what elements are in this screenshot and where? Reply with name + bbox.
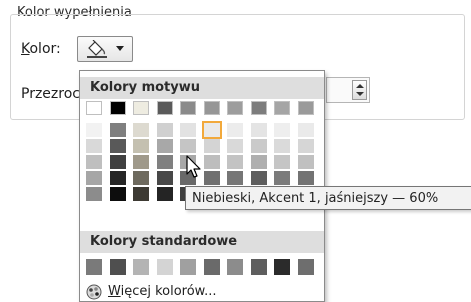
selected-theme-color-swatch[interactable] bbox=[202, 121, 222, 139]
theme-color-shade-swatch[interactable] bbox=[157, 139, 173, 153]
theme-color-shade-swatch[interactable] bbox=[133, 187, 149, 201]
mouse-cursor-icon bbox=[186, 155, 201, 178]
theme-color-shade-swatch[interactable] bbox=[157, 187, 173, 201]
theme-color-shade-swatch[interactable] bbox=[157, 171, 173, 185]
color-picker-button[interactable] bbox=[77, 36, 133, 62]
theme-color-shade-swatch[interactable] bbox=[86, 187, 102, 201]
theme-color-shade-swatch[interactable] bbox=[110, 139, 126, 153]
more-colors-label[interactable]: Więcej kolorów... bbox=[108, 283, 217, 301]
theme-color-column bbox=[110, 101, 126, 203]
theme-color-shade-swatch[interactable] bbox=[86, 155, 102, 169]
standard-color-swatch[interactable] bbox=[251, 259, 267, 275]
theme-color-column bbox=[86, 101, 102, 203]
theme-color-swatch[interactable] bbox=[274, 101, 290, 115]
theme-color-shade-swatch[interactable] bbox=[227, 123, 243, 137]
theme-color-shade-swatch[interactable] bbox=[157, 123, 173, 137]
theme-color-shade-swatch[interactable] bbox=[298, 123, 314, 137]
theme-color-swatch[interactable] bbox=[110, 101, 126, 115]
standard-color-swatch[interactable] bbox=[227, 259, 243, 275]
theme-color-shade-swatch[interactable] bbox=[251, 155, 267, 169]
theme-color-shade-swatch[interactable] bbox=[274, 123, 290, 137]
theme-color-shade-swatch[interactable] bbox=[110, 155, 126, 169]
theme-color-shade-swatch[interactable] bbox=[86, 123, 102, 137]
color-tooltip: Niebieski, Akcent 1, jaśniejszy — 60% bbox=[185, 186, 471, 210]
theme-color-swatch[interactable] bbox=[157, 101, 173, 115]
theme-colors-header: Kolory motywu bbox=[80, 77, 324, 99]
color-label: Kolor: bbox=[21, 40, 61, 58]
standard-color-swatch[interactable] bbox=[157, 259, 173, 275]
chevron-down-icon bbox=[116, 46, 124, 51]
theme-color-shade-swatch[interactable] bbox=[227, 171, 243, 185]
theme-color-column bbox=[157, 101, 173, 203]
theme-color-shade-swatch[interactable] bbox=[180, 123, 196, 137]
theme-color-shade-swatch[interactable] bbox=[133, 155, 149, 169]
more-colors-accelerator: W bbox=[108, 284, 121, 299]
color-label-text: olor: bbox=[29, 41, 61, 57]
standard-color-swatch[interactable] bbox=[204, 259, 220, 275]
more-colors-text: ięcej kolorów... bbox=[120, 284, 217, 299]
standard-color-swatch[interactable] bbox=[133, 259, 149, 275]
theme-color-shade-swatch[interactable] bbox=[251, 171, 267, 185]
theme-color-shade-swatch[interactable] bbox=[86, 171, 102, 185]
theme-color-shade-swatch[interactable] bbox=[180, 139, 196, 153]
standard-color-swatch[interactable] bbox=[180, 259, 196, 275]
theme-color-shade-swatch[interactable] bbox=[298, 171, 314, 185]
theme-color-shade-swatch[interactable] bbox=[157, 155, 173, 169]
theme-color-shade-swatch[interactable] bbox=[227, 139, 243, 153]
theme-color-swatch[interactable] bbox=[86, 101, 102, 115]
theme-color-shade-swatch[interactable] bbox=[86, 139, 102, 153]
theme-color-shade-swatch[interactable] bbox=[274, 171, 290, 185]
theme-color-swatch[interactable] bbox=[204, 101, 220, 115]
theme-color-shade-swatch[interactable] bbox=[298, 155, 314, 169]
theme-color-swatch[interactable] bbox=[133, 101, 149, 115]
theme-color-shade-swatch[interactable] bbox=[133, 139, 149, 153]
transparency-spinner[interactable] bbox=[326, 77, 370, 103]
color-wheel-icon bbox=[86, 284, 102, 300]
theme-color-shade-swatch[interactable] bbox=[133, 171, 149, 185]
spinner-up-icon[interactable] bbox=[356, 84, 364, 88]
theme-color-shade-swatch[interactable] bbox=[204, 139, 220, 153]
theme-color-shade-swatch[interactable] bbox=[110, 123, 126, 137]
spinner-down-icon[interactable] bbox=[356, 92, 364, 96]
paint-bucket-icon bbox=[87, 40, 107, 58]
theme-color-column bbox=[133, 101, 149, 203]
standard-color-swatch[interactable] bbox=[110, 259, 126, 275]
theme-color-shade-swatch[interactable] bbox=[204, 155, 220, 169]
theme-color-swatch[interactable] bbox=[180, 101, 196, 115]
theme-color-shade-swatch[interactable] bbox=[204, 171, 220, 185]
theme-color-swatch[interactable] bbox=[251, 101, 267, 115]
theme-color-shade-swatch[interactable] bbox=[298, 139, 314, 153]
theme-color-shade-swatch[interactable] bbox=[133, 123, 149, 137]
theme-color-shade-swatch[interactable] bbox=[274, 139, 290, 153]
standard-color-swatch[interactable] bbox=[298, 259, 314, 275]
spinner-buttons[interactable] bbox=[352, 80, 367, 100]
theme-color-shade-swatch[interactable] bbox=[227, 155, 243, 169]
theme-color-swatch[interactable] bbox=[227, 101, 243, 115]
theme-color-shade-swatch[interactable] bbox=[110, 171, 126, 185]
standard-colors-header: Kolory standardowe bbox=[80, 231, 324, 253]
standard-color-swatch[interactable] bbox=[274, 259, 290, 275]
theme-color-swatch[interactable] bbox=[298, 101, 314, 115]
theme-color-shade-swatch[interactable] bbox=[251, 123, 267, 137]
standard-color-swatch[interactable] bbox=[86, 259, 102, 275]
theme-color-shade-swatch[interactable] bbox=[251, 139, 267, 153]
theme-color-shade-swatch[interactable] bbox=[110, 187, 126, 201]
theme-color-shade-swatch[interactable] bbox=[274, 155, 290, 169]
